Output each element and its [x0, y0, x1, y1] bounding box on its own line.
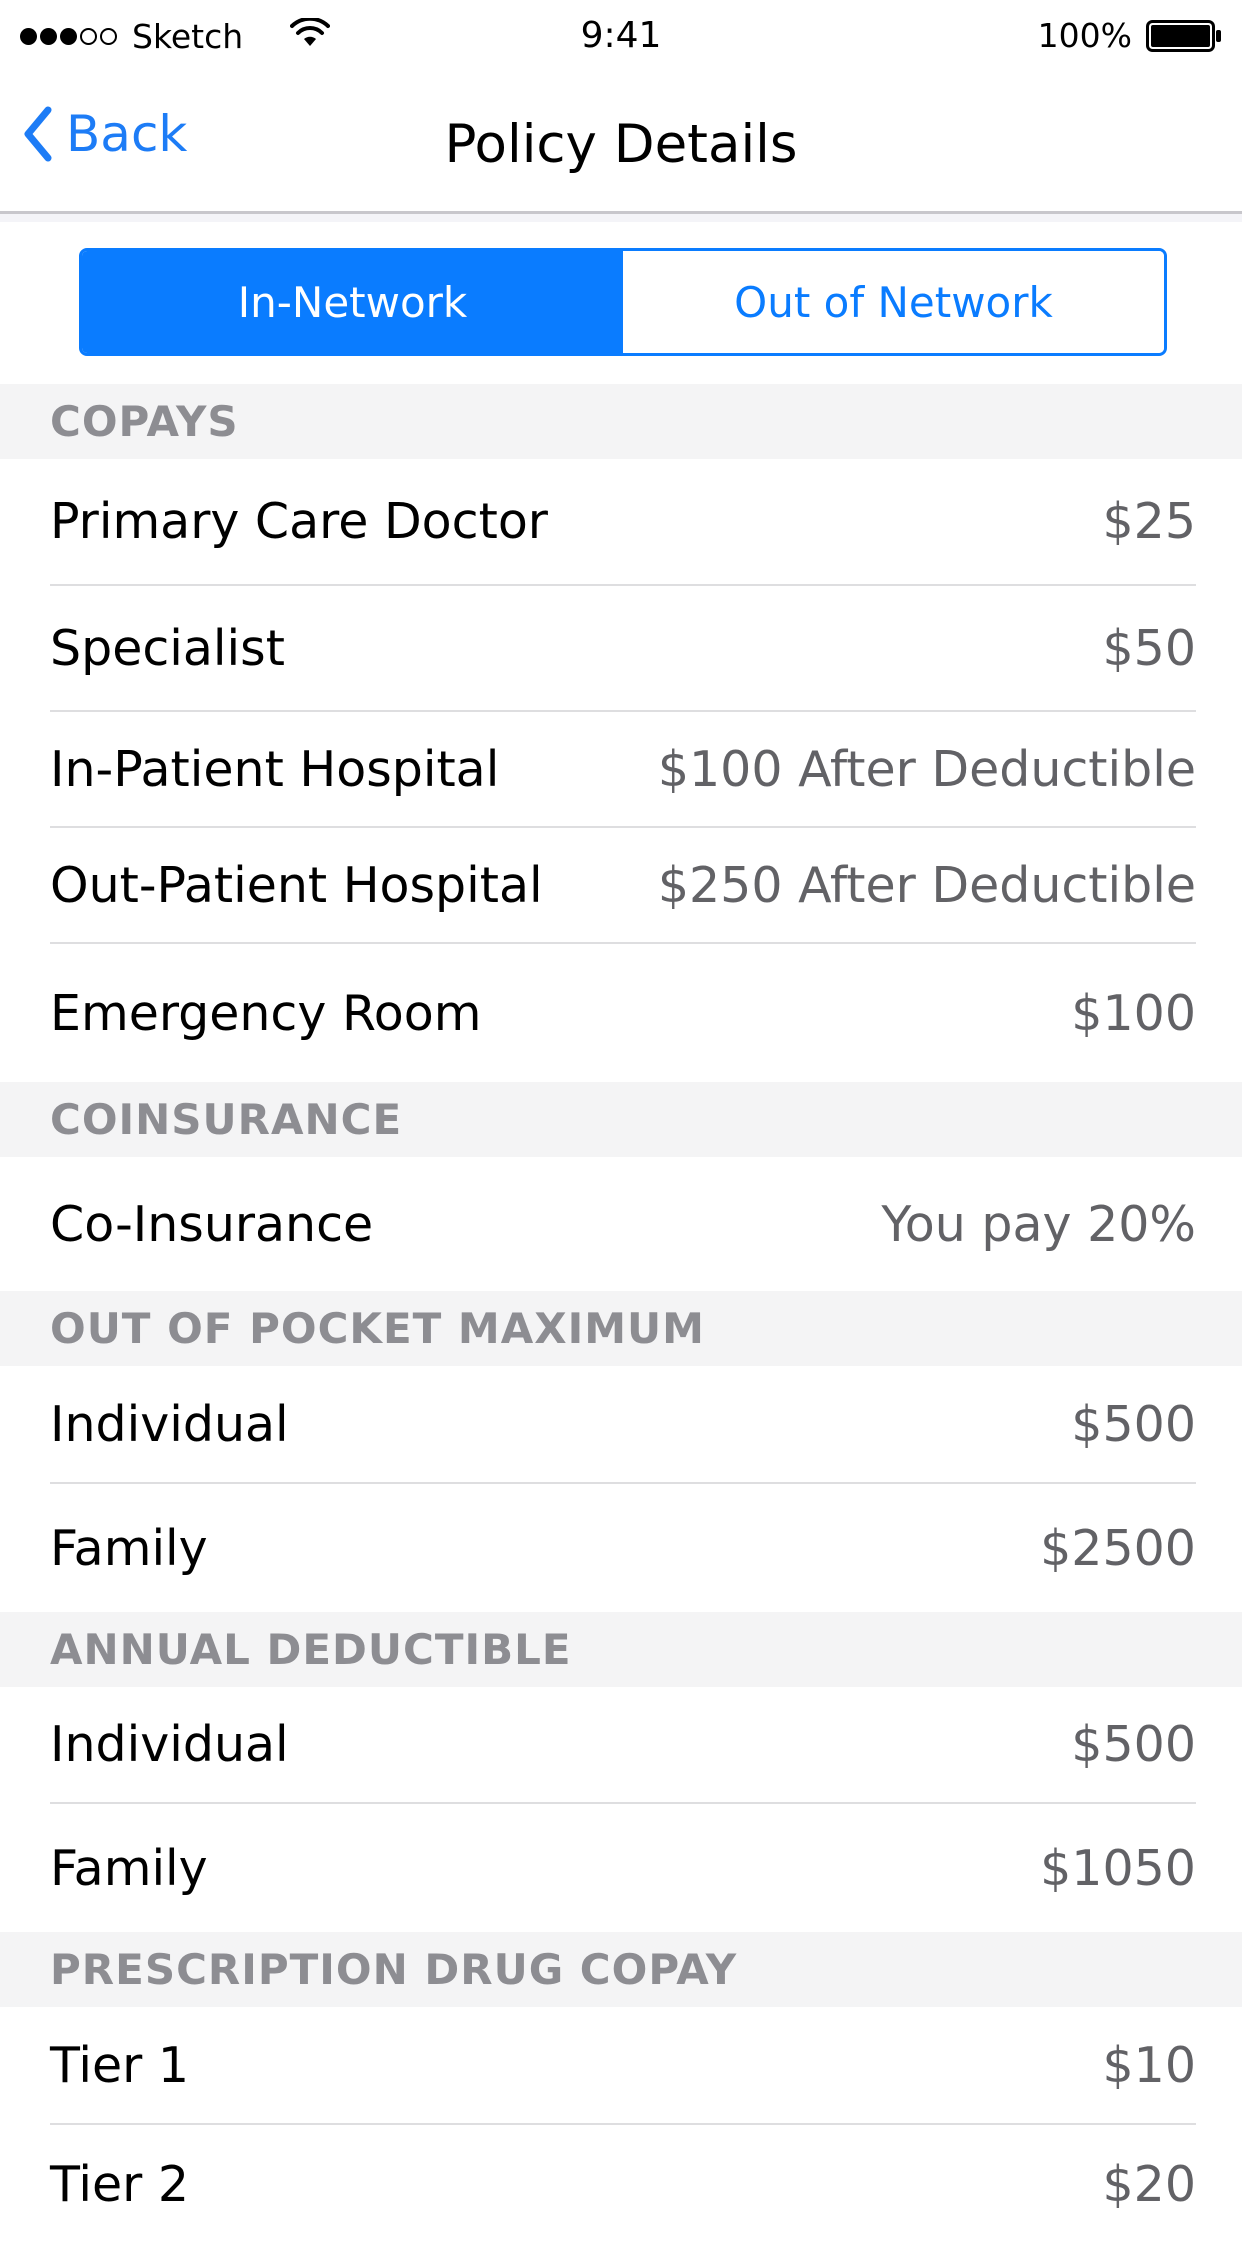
list-item: Tier 2 $20	[50, 2125, 1196, 2243]
section-header-out-of-pocket: OUT OF POCKET MAXIMUM	[0, 1291, 1242, 1366]
row-label: In-Patient Hospital	[50, 740, 500, 798]
row-label: Co-Insurance	[50, 1195, 374, 1253]
row-value: $500	[1071, 1395, 1196, 1453]
row-label: Family	[50, 1519, 208, 1577]
segment-out-of-network[interactable]: Out of Network	[623, 251, 1164, 353]
section-header-annual-deductible: ANNUAL DEDUCTIBLE	[0, 1612, 1242, 1687]
row-label: Emergency Room	[50, 984, 482, 1042]
page-title: Policy Details	[444, 114, 798, 175]
row-label: Primary Care Doctor	[50, 493, 548, 550]
row-value: $25	[1102, 493, 1196, 550]
section-header-coinsurance: COINSURANCE	[0, 1082, 1242, 1157]
row-value: $100	[1071, 984, 1196, 1042]
list-item: Emergency Room $100	[50, 944, 1196, 1082]
row-value: $250 After Deductible	[657, 856, 1196, 914]
row-value: $500	[1071, 1716, 1196, 1773]
row-value: $1050	[1040, 1839, 1196, 1897]
segment-in-network[interactable]: In-Network	[82, 251, 623, 353]
list-item: Family $2500	[50, 1484, 1196, 1612]
list-item: Co-Insurance You pay 20%	[50, 1157, 1196, 1291]
battery-percentage: 100%	[1037, 16, 1132, 55]
list-item: In-Patient Hospital $100 After Deductibl…	[50, 712, 1196, 828]
row-value: $100 After Deductible	[657, 740, 1196, 798]
section-header-copays: COPAYS	[0, 384, 1242, 459]
navigation-bar: Back Policy Details	[0, 70, 1242, 214]
row-value: You pay 20%	[881, 1195, 1196, 1253]
row-label: Individual	[50, 1716, 289, 1773]
nav-divider	[0, 214, 1242, 222]
row-label: Family	[50, 1839, 208, 1897]
list-item: Individual $500	[50, 1366, 1196, 1484]
row-label: Specialist	[50, 619, 285, 677]
list-item: Primary Care Doctor $25	[50, 459, 1196, 586]
row-value: $10	[1102, 2036, 1196, 2094]
row-value: $20	[1102, 2155, 1196, 2213]
list-item: Family $1050	[50, 1804, 1196, 1932]
row-value: $50	[1102, 619, 1196, 677]
list-item: Out-Patient Hospital $250 After Deductib…	[50, 828, 1196, 944]
row-label: Tier 1	[50, 2036, 190, 2094]
list-item: Specialist $50	[50, 586, 1196, 712]
section-header-prescription-drug-copay: PRESCRIPTION DRUG COPAY	[0, 1932, 1242, 2007]
row-label: Tier 2	[50, 2155, 190, 2213]
row-value: $2500	[1040, 1519, 1196, 1577]
list-item: Individual $500	[50, 1687, 1196, 1804]
list-item: Tier 1 $10	[50, 2007, 1196, 2125]
row-label: Individual	[50, 1395, 289, 1453]
status-bar: Sketch 9:41 100%	[0, 0, 1242, 70]
row-label: Out-Patient Hospital	[50, 856, 543, 914]
network-segmented-control: In-Network Out of Network	[79, 248, 1167, 356]
battery-icon	[1146, 20, 1221, 52]
policy-details-list: COPAYS Primary Care Doctor $25 Specialis…	[0, 384, 1242, 2243]
